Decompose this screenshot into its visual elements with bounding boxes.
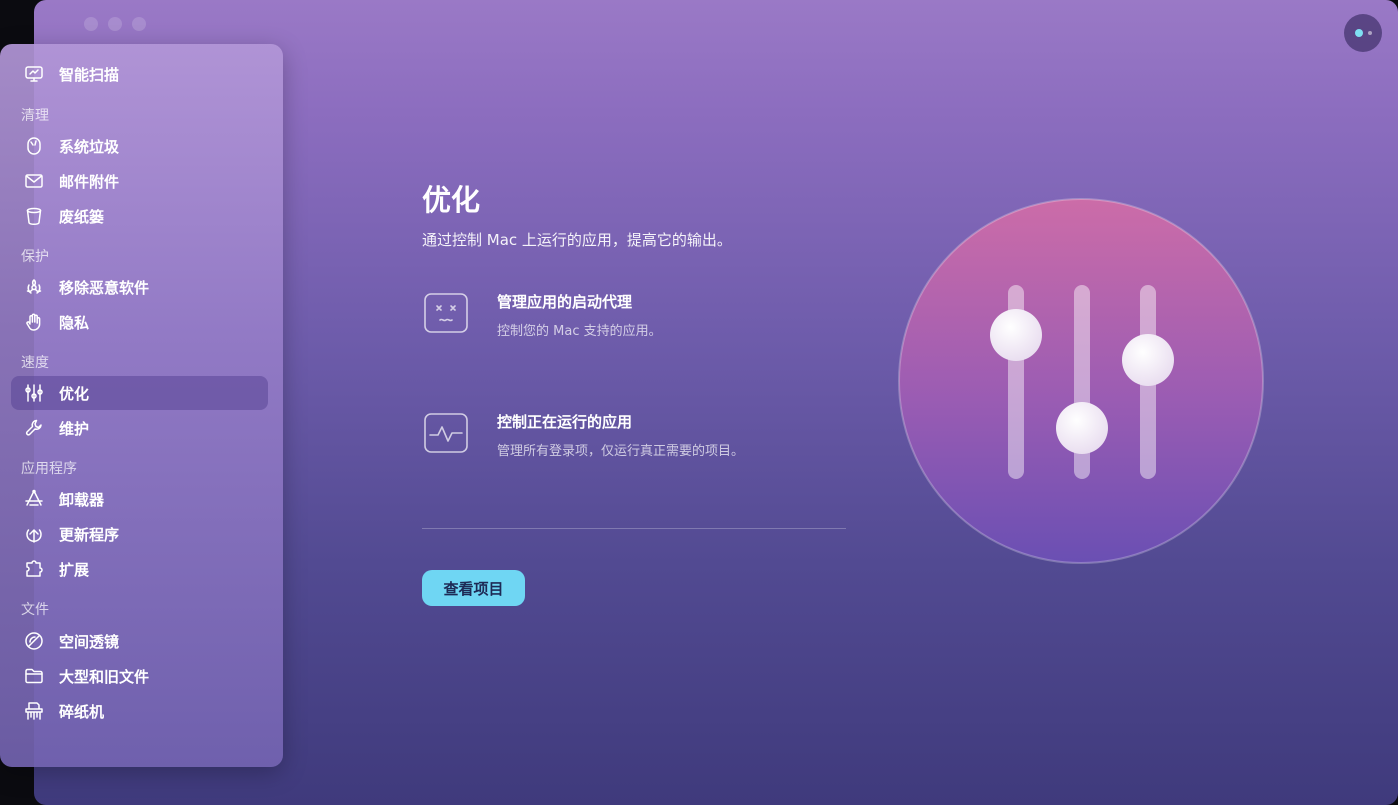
hand-icon [23, 311, 45, 333]
sidebar-item-shredder[interactable]: 碎纸机 [11, 694, 268, 728]
bin-icon [23, 205, 45, 227]
minimize-button[interactable] [108, 17, 122, 31]
sidebar-item-smart-scan[interactable]: 智能扫描 [11, 57, 268, 91]
sidebar-item-malware-removal[interactable]: 移除恶意软件 [11, 270, 268, 304]
feature-description: 控制您的 Mac 支持的应用。 [497, 324, 662, 339]
feature-title: 管理应用的启动代理 [497, 293, 633, 311]
sidebar-item-label: 系统垃圾 [59, 137, 120, 156]
sidebar-item-label: 优化 [59, 384, 90, 403]
monitor-icon [23, 63, 45, 85]
sidebar-item-label: 扩展 [59, 560, 90, 579]
section-label-protect: 保护 [21, 249, 49, 265]
sidebar-item-label: 移除恶意软件 [59, 278, 150, 297]
zoom-button[interactable] [132, 17, 146, 31]
sidebar-item-label: 废纸篓 [59, 207, 105, 226]
feature-running-apps: 控制正在运行的应用 管理所有登录项，仅运行真正需要的项目。 [422, 411, 862, 461]
uninstaller-icon [23, 488, 45, 510]
launch-agent-icon [424, 293, 468, 333]
sidebar: 智能扫描 清理 系统垃圾 邮件附件 废纸篓 保护 移除恶意软件 隐私 速度 优化… [0, 44, 283, 767]
puzzle-icon [23, 558, 45, 580]
sidebar-item-label: 邮件附件 [59, 172, 120, 191]
update-icon [23, 523, 45, 545]
lens-icon [23, 630, 45, 652]
section-label-clean: 清理 [21, 108, 49, 124]
sidebar-item-uninstaller[interactable]: 卸载器 [11, 482, 268, 516]
status-dot-small-icon [1367, 31, 1372, 35]
view-items-button[interactable]: 查看项目 [422, 570, 525, 606]
sidebar-item-optimization[interactable]: 优化 [11, 376, 268, 410]
wrench-icon [23, 417, 45, 439]
shredder-icon [23, 700, 45, 722]
sidebar-item-privacy[interactable]: 隐私 [11, 305, 268, 339]
sidebar-item-label: 空间透镜 [59, 632, 120, 651]
mail-icon [23, 170, 45, 192]
sidebar-item-label: 隐私 [59, 313, 90, 332]
sidebar-item-label: 更新程序 [59, 525, 120, 544]
sidebar-item-large-old-files[interactable]: 大型和旧文件 [11, 659, 268, 693]
biohazard-icon [23, 276, 45, 298]
status-dot-icon [1354, 29, 1363, 37]
section-label-applications: 应用程序 [21, 461, 77, 477]
trash-bin-icon [23, 135, 45, 157]
section-label-files: 文件 [21, 602, 49, 618]
feature-description: 管理所有登录项，仅运行真正需要的项目。 [497, 444, 745, 459]
sliders-icon [23, 382, 45, 404]
optimization-hero-icon [898, 198, 1264, 564]
sidebar-item-updater[interactable]: 更新程序 [11, 517, 268, 551]
folder-icon [23, 665, 45, 687]
feature-launch-agents: 管理应用的启动代理 控制您的 Mac 支持的应用。 [422, 291, 862, 341]
page-subtitle: 通过控制 Mac 上运行的应用，提高它的输出。 [422, 231, 732, 249]
activity-icon [424, 413, 468, 453]
sidebar-item-mail-attachments[interactable]: 邮件附件 [11, 164, 268, 198]
sidebar-item-label: 碎纸机 [59, 702, 105, 721]
sidebar-item-space-lens[interactable]: 空间透镜 [11, 624, 268, 658]
sidebar-item-extensions[interactable]: 扩展 [11, 552, 268, 586]
sidebar-item-label: 维护 [59, 419, 90, 438]
feature-title: 控制正在运行的应用 [497, 413, 633, 431]
window-controls [84, 17, 146, 31]
sidebar-item-trash-bins[interactable]: 废纸篓 [11, 199, 268, 233]
sidebar-item-label: 卸载器 [59, 490, 105, 509]
sidebar-item-system-junk[interactable]: 系统垃圾 [11, 129, 268, 163]
close-button[interactable] [84, 17, 98, 31]
sidebar-item-label: 智能扫描 [59, 65, 120, 84]
section-label-speed: 速度 [21, 355, 49, 371]
assistant-button[interactable] [1344, 14, 1382, 52]
divider [422, 528, 846, 529]
sidebar-item-maintenance[interactable]: 维护 [11, 411, 268, 445]
sidebar-item-label: 大型和旧文件 [59, 667, 150, 686]
page-title: 优化 [422, 183, 481, 217]
